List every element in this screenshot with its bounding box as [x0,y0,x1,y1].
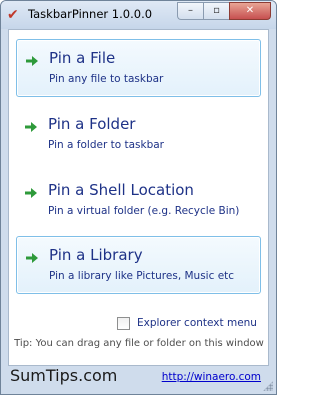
watermark-text: SumTips.com [10,366,118,385]
drag-tip-text: Tip: You can drag any file or folder on … [14,338,264,349]
pin-shell-location-title: Pin a Shell Location [48,181,194,199]
winaero-link[interactable]: http://winaero.com [162,371,261,383]
pin-library-title: Pin a Library [49,246,143,264]
pin-shell-location-button[interactable]: Pin a Shell Location Pin a virtual folde… [16,172,261,230]
resize-grip-icon[interactable] [263,381,273,391]
pin-icon: ✔ [7,7,19,23]
pin-folder-title: Pin a Folder [48,115,136,133]
pin-folder-subtitle: Pin a folder to taskbar [48,139,164,151]
explorer-context-menu-label[interactable]: Explorer context menu [137,317,257,329]
pin-file-title: Pin a File [49,49,116,67]
pin-folder-button[interactable]: Pin a Folder Pin a folder to taskbar [16,106,261,164]
app-window: ✔ TaskbarPinner 1.0.0.0 – ▫ ✕ Pin a File… [0,0,277,395]
close-button[interactable]: ✕ [229,2,271,20]
window-title: TaskbarPinner 1.0.0.0 [28,7,153,21]
explorer-context-menu-option[interactable]: Explorer context menu [117,316,257,330]
pin-library-subtitle: Pin a library like Pictures, Music etc [49,270,235,282]
pin-file-subtitle: Pin any file to taskbar [49,73,164,85]
arrow-right-icon [26,253,38,263]
minimize-button[interactable]: – [177,2,203,20]
arrow-right-icon [26,56,38,66]
explorer-context-menu-checkbox[interactable] [117,316,130,330]
pin-file-button[interactable]: Pin a File Pin any file to taskbar [16,39,261,97]
main-panel: Pin a File Pin any file to taskbar Pin a… [8,29,269,366]
footer-bar: SumTips.com http://winaero.com [1,366,276,394]
caption-buttons: – ▫ ✕ [177,2,271,20]
arrow-right-icon [25,122,37,132]
title-bar[interactable]: ✔ TaskbarPinner 1.0.0.0 – ▫ ✕ [1,1,276,29]
arrow-right-icon [25,188,37,198]
pin-shell-location-subtitle: Pin a virtual folder (e.g. Recycle Bin) [48,205,240,217]
maximize-button[interactable]: ▫ [203,2,229,20]
pin-library-button[interactable]: Pin a Library Pin a library like Picture… [16,236,261,294]
